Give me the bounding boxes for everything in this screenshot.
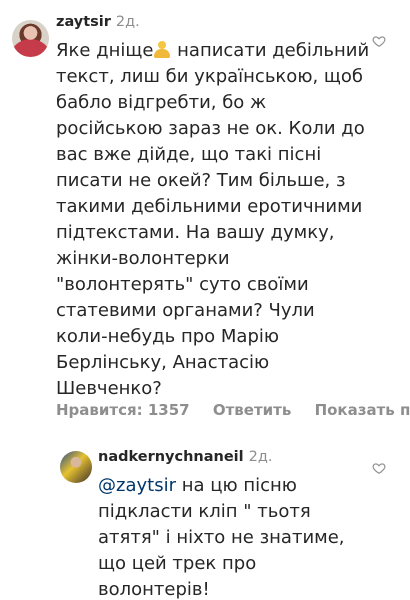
comment-meta: nadkernychnaneil 2д.: [98, 447, 370, 467]
comment-text-part: написати дебільний текст, лиш би українс…: [56, 40, 370, 399]
heart-outline-icon[interactable]: [372, 461, 386, 475]
comment-text-part: Яке дніще: [56, 40, 154, 61]
likes-count[interactable]: Нравится: 1357: [56, 401, 190, 419]
comment-actions: Нравится: 1357 Ответить Показать пе: [56, 400, 410, 420]
avatar[interactable]: [60, 451, 92, 483]
show-more-button[interactable]: Показать пе: [315, 401, 410, 419]
avatar[interactable]: [12, 20, 49, 57]
comment-time: 2д.: [248, 449, 273, 465]
comment-time: 2д.: [115, 14, 140, 30]
comment-body: nadkernychnaneil 2д. @zaytsir на цю пісню…: [98, 447, 370, 600]
heart-outline-icon[interactable]: [372, 34, 386, 48]
comment-text: @zaytsir на цю пісню підкласти кліп " ть…: [98, 473, 370, 600]
person-emoji-icon: [153, 40, 171, 58]
reply-button[interactable]: Ответить: [213, 401, 292, 419]
mention-link[interactable]: @zaytsir: [98, 475, 176, 496]
comment-meta: zaytsir 2д.: [56, 12, 370, 32]
comment-body: zaytsir 2д. Яке дніще написати дебільний …: [56, 12, 370, 402]
comment-username[interactable]: zaytsir: [56, 14, 111, 30]
comments-screen: zaytsir 2д. Яке дніще написати дебільний …: [0, 0, 410, 600]
comment-username[interactable]: nadkernychnaneil: [98, 449, 244, 465]
comment-text: Яке дніще написати дебільний текст, лиш …: [56, 38, 370, 402]
